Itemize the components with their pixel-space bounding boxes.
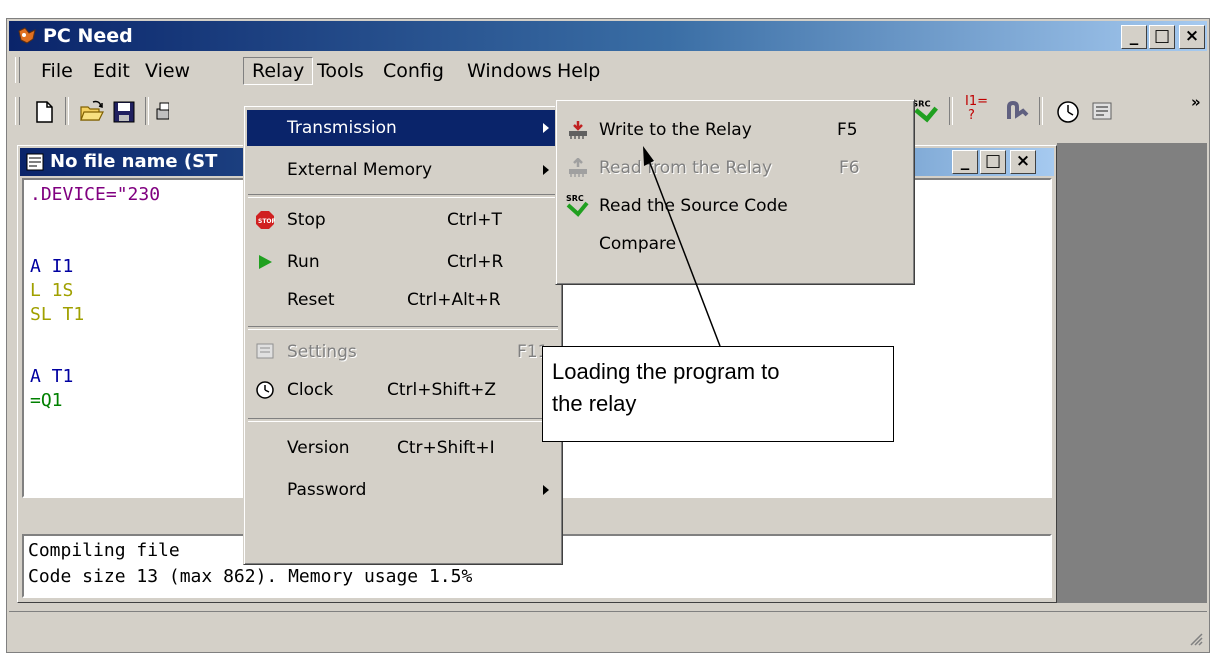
- toolbar-overflow-chevron[interactable]: »: [1191, 93, 1201, 111]
- menu-view[interactable]: View: [137, 57, 198, 85]
- write-relay-icon: [569, 121, 587, 139]
- menu-item-transmission[interactable]: Transmission: [247, 110, 559, 146]
- menu-separator: [248, 418, 558, 422]
- editor-minimize-button[interactable]: _: [952, 150, 978, 174]
- menu-help[interactable]: Help: [549, 57, 608, 85]
- settings-icon: [256, 343, 274, 359]
- read-relay-icon: [569, 158, 587, 177]
- menu-item-reset[interactable]: Reset Ctrl+Alt+R: [247, 282, 559, 318]
- output-line: Compiling file: [28, 540, 180, 561]
- callout-text: the relay: [552, 391, 637, 416]
- menu-file[interactable]: File: [33, 57, 81, 85]
- open-folder-icon[interactable]: [79, 99, 105, 125]
- menu-item-stop[interactable]: STOP Stop Ctrl+T: [247, 202, 559, 238]
- toolbar-separator: [65, 97, 69, 125]
- editor-title: No file name (ST: [50, 151, 218, 172]
- settings-icon[interactable]: [1089, 99, 1115, 125]
- menu-edit[interactable]: Edit: [85, 57, 138, 85]
- menu-item-compare[interactable]: Compare: [559, 226, 909, 262]
- submenu-arrow-icon: [543, 165, 549, 175]
- app-window: PC Need _ □ × File Edit View Relay Tools…: [6, 18, 1210, 653]
- code-line: L 1S: [30, 280, 74, 301]
- editor-close-button[interactable]: ×: [1010, 150, 1036, 174]
- status-bar: [9, 611, 1207, 650]
- callout-box: Loading the program to the relay: [542, 346, 894, 442]
- monitor-icon[interactable]: [1005, 99, 1031, 125]
- menubar-grip[interactable]: [15, 57, 20, 83]
- print-icon[interactable]: [155, 99, 169, 125]
- toolbar-grip[interactable]: [15, 97, 20, 125]
- svg-text:SRC: SRC: [566, 194, 584, 203]
- callout-text: Loading the program to: [552, 359, 780, 384]
- code-line: .DEVICE="230: [30, 184, 161, 205]
- run-icon: [259, 255, 272, 269]
- read-source-icon: SRC: [566, 194, 589, 217]
- maximize-button[interactable]: □: [1149, 25, 1175, 49]
- code-line: A T1: [30, 366, 74, 387]
- new-file-icon[interactable]: [31, 99, 57, 125]
- menu-item-run[interactable]: Run Ctrl+R: [247, 244, 559, 280]
- close-button[interactable]: ×: [1179, 25, 1205, 49]
- svg-text:STOP: STOP: [258, 218, 275, 225]
- title-bar[interactable]: PC Need _ □ ×: [9, 21, 1207, 51]
- clock-icon: [256, 381, 274, 399]
- submenu-arrow-icon: [543, 485, 549, 495]
- menu-item-read-source-code[interactable]: SRC Read the Source Code: [559, 188, 909, 224]
- menu-bar: File Edit View Relay Tools Config Window…: [9, 53, 1207, 87]
- window-title: PC Need: [43, 25, 133, 47]
- menu-separator: [248, 326, 558, 330]
- menu-item-clock[interactable]: Clock Ctrl+Shift+Z: [247, 372, 559, 408]
- menu-separator: [248, 194, 558, 198]
- menu-item-version[interactable]: Version Ctr+Shift+I: [247, 430, 559, 466]
- save-icon[interactable]: [111, 99, 137, 125]
- relay-menu: Transmission External Memory STOP Stop C…: [243, 105, 563, 565]
- stop-icon: STOP: [256, 211, 275, 229]
- mdi-background: [1057, 143, 1207, 603]
- output-line: Code size 13 (max 862). Memory usage 1.5…: [28, 566, 473, 587]
- transmission-submenu: Write to the Relay F5 Read from the Rela…: [555, 99, 915, 285]
- resize-grip-icon[interactable]: [1187, 630, 1203, 646]
- code-line: A I1: [30, 256, 74, 277]
- menu-config[interactable]: Config: [375, 57, 452, 85]
- document-icon: [26, 153, 44, 171]
- read-source-icon[interactable]: SRC: [911, 97, 941, 123]
- menu-item-write-to-relay[interactable]: Write to the Relay F5: [559, 112, 909, 148]
- code-line: =Q1: [30, 390, 63, 411]
- input-status-icon[interactable]: I1=?: [965, 95, 993, 123]
- submenu-arrow-icon: [543, 123, 549, 133]
- menu-tools[interactable]: Tools: [309, 57, 372, 85]
- menu-item-read-from-relay[interactable]: Read from the Relay F6: [559, 150, 909, 186]
- menu-relay[interactable]: Relay: [243, 57, 314, 85]
- toolbar-separator: [145, 97, 149, 125]
- app-icon: [18, 27, 36, 44]
- toolbar-separator: [949, 97, 953, 125]
- code-line: SL T1: [30, 304, 85, 325]
- toolbar-separator: [1039, 97, 1043, 125]
- clock-icon[interactable]: [1055, 99, 1081, 125]
- editor-maximize-button[interactable]: □: [980, 150, 1006, 174]
- menu-item-settings[interactable]: Settings F11: [247, 334, 559, 370]
- menu-item-password[interactable]: Password: [247, 472, 559, 508]
- menu-windows[interactable]: Windows: [459, 57, 560, 85]
- minimize-button[interactable]: _: [1121, 25, 1147, 49]
- menu-item-external-memory[interactable]: External Memory: [247, 152, 559, 188]
